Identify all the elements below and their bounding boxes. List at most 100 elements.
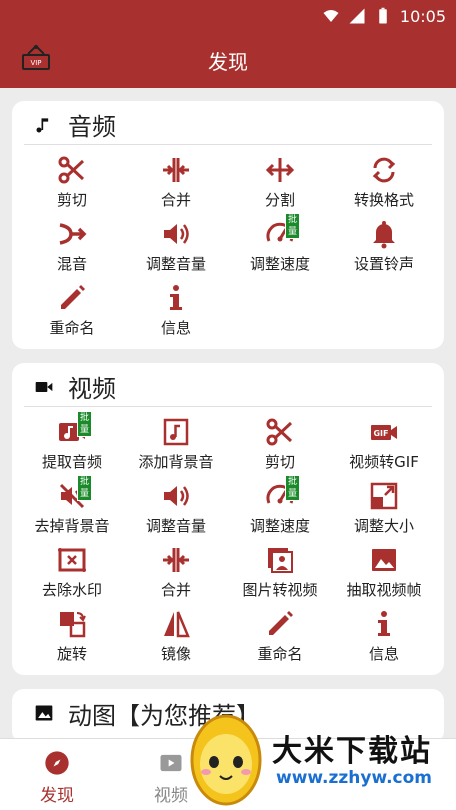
rotate-icon [57,609,87,639]
nav-discover[interactable]: 发现 [0,739,114,810]
tool-label: 合并 [160,581,191,599]
volume-icon [161,219,191,249]
video-tool-mirror[interactable]: 镜像 [124,605,228,665]
audio-tool-scissors[interactable]: 剪切 [20,151,124,211]
video-tool-photos[interactable]: 图片转视频 [228,541,332,601]
audio-title: 音频 [68,113,116,141]
video-tools: 批量 提取音频 添加背景音 剪切 GIF 视频转GIF 批量 去掉背景音 调整音量 批量 调整速度调… [12,407,444,665]
tool-label: 调整速度 [249,517,310,535]
tool-label: 调整音量 [145,517,206,535]
info-icon [161,283,191,313]
audio-tool-mix[interactable]: 混音 [20,215,124,275]
nav-video-label: 视频 [154,786,188,806]
audio-card: 音频 剪切 合并 分割 转换格式 混音 调整音量 批量 调整速度 设置铃声 重命名 信息 [12,101,444,349]
video-tool-extract-audio[interactable]: 批量 提取音频 [20,411,124,473]
nav-video[interactable]: 视频 [114,739,228,810]
mute-icon: 批量 [57,475,93,511]
tool-label: 抽取视频帧 [346,581,422,599]
pencil-icon [57,283,87,313]
batch-badge: 批量 [77,411,93,437]
audio-tools: 剪切 合并 分割 转换格式 混音 调整音量 批量 调整速度 设置铃声 重命名 信息 [12,145,444,339]
image-icon [35,705,53,721]
tool-label: 剪切 [264,453,295,471]
mirror-icon [161,609,191,639]
video-title: 视频 [68,375,116,403]
convert-icon [369,155,399,185]
bell-icon [369,219,399,249]
audio-tool-speed[interactable]: 批量调整速度 [228,213,332,275]
video-tool-music-note[interactable]: 添加背景音 [124,413,228,473]
video-icon [160,754,182,772]
tool-label: 重命名 [257,645,303,663]
tool-label: 转换格式 [353,191,414,209]
bottom-nav: 发现 视频 [0,738,456,810]
tool-label: 合并 [160,191,191,209]
video-camera-icon [35,381,53,392]
video-tool-rotate[interactable]: 旋转 [20,605,124,665]
video-tool-image[interactable]: 抽取视频帧 [332,541,436,601]
merge-icon [161,545,191,575]
audio-tool-merge[interactable]: 合并 [124,151,228,211]
audio-tool-convert[interactable]: 转换格式 [332,151,436,211]
gif-header: 动图【为您推荐】 [24,693,432,733]
audio-tool-pencil[interactable]: 重命名 [20,279,124,339]
video-tool-resize[interactable]: 调整大小 [332,477,436,537]
speed-icon: 批量 [265,475,301,511]
video-tool-scissors[interactable]: 剪切 [228,413,332,473]
speed-icon: 批量 [265,213,301,249]
video-tool-mute[interactable]: 批量去掉背景音 [20,475,124,537]
video-tool-watermark[interactable]: 去除水印 [20,541,124,601]
wifi-icon [323,10,339,22]
gif-card: 动图【为您推荐】 [12,689,444,738]
page-title: 发现 [208,49,248,74]
tool-label: 调整速度 [249,255,310,273]
extract-audio-icon: 批量 [57,411,93,447]
tool-label: 添加背景音 [138,453,214,471]
svg-text:VIP: VIP [30,59,41,67]
scissors-icon [57,155,87,185]
batch-badge: 批量 [77,475,93,501]
mix-icon [57,219,87,249]
video-tool-speed[interactable]: 批量调整速度 [228,475,332,537]
audio-header: 音频 [24,105,432,145]
audio-tool-bell[interactable]: 设置铃声 [332,215,436,275]
tool-label: 去除水印 [41,581,102,599]
photos-icon [265,545,295,575]
tool-label: 视频转GIF [349,453,419,471]
video-card: 视频 批量 提取音频 添加背景音 剪切 GIF 视频转GIF 批量 去掉背景音 调整音量 批量 调整… [12,363,444,675]
tool-label: 剪切 [56,191,87,209]
nav-discover-label: 发现 [40,786,74,806]
info-icon [369,609,399,639]
audio-tool-info[interactable]: 信息 [124,279,228,339]
music-note-icon [161,417,191,447]
main-content: 音频 剪切 合并 分割 转换格式 混音 调整音量 批量 调整速度 设置铃声 重命名 信息 视频 批量… [0,88,456,738]
tool-label: 信息 [368,645,399,663]
clock: 10:05 [399,6,446,26]
video-tool-merge[interactable]: 合并 [124,541,228,601]
video-tool-gif[interactable]: GIF 视频转GIF [332,413,436,473]
app-bar: VIP 发现 [0,32,456,88]
image-icon [369,545,399,575]
battery-icon [379,7,387,24]
tool-label: 重命名 [49,319,95,337]
video-tool-info[interactable]: 信息 [332,605,436,665]
compass-icon [45,751,69,775]
video-header: 视频 [24,367,432,407]
tool-label: 混音 [56,255,87,273]
split-icon [265,155,295,185]
music-note-icon [36,117,49,132]
audio-tool-volume[interactable]: 调整音量 [124,215,228,275]
audio-tool-split[interactable]: 分割 [228,151,332,211]
gif-title: 动图【为您推荐】 [68,701,260,730]
tool-label: 镜像 [160,645,191,663]
pencil-icon [265,609,295,639]
video-tool-pencil[interactable]: 重命名 [228,605,332,665]
gif-icon: GIF [369,417,399,447]
vip-icon[interactable]: VIP [20,44,52,74]
video-tool-volume[interactable]: 调整音量 [124,477,228,537]
merge-icon [161,155,191,185]
tool-label: 信息 [160,319,191,337]
watermark-icon [57,545,87,575]
tool-label: 去掉背景音 [34,517,110,535]
tool-label: 分割 [264,191,295,209]
